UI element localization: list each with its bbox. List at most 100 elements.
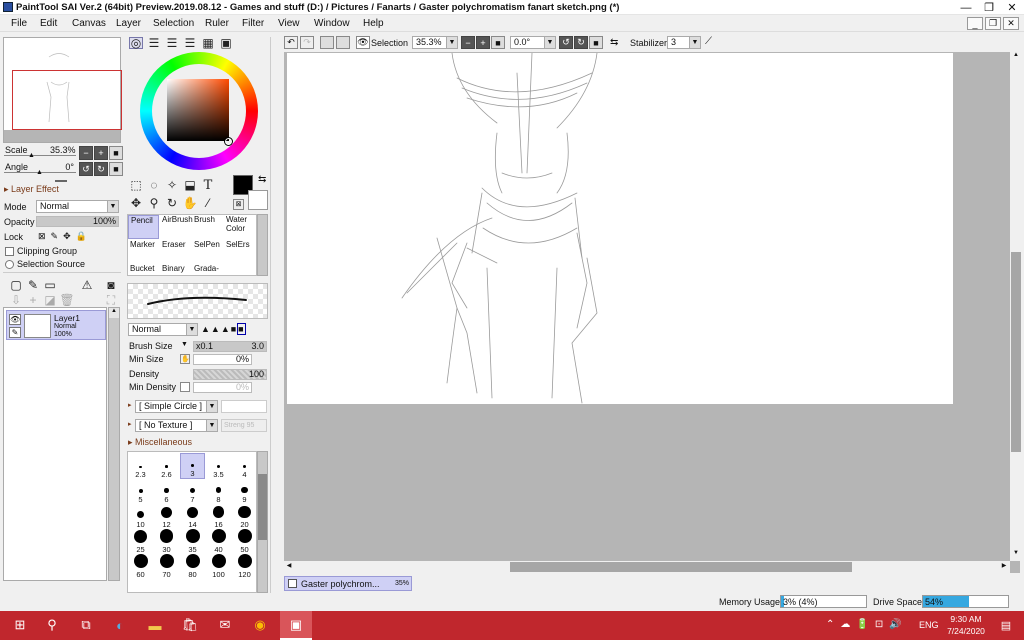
zoom-reset-button[interactable]: ■ [109,146,123,160]
size-preset[interactable]: 100 [206,553,231,579]
size-preset[interactable]: 70 [154,553,179,579]
copy-layer-icon[interactable]: + [25,292,41,308]
layer-opacity-slider[interactable]: 100% [36,216,119,227]
menu-window[interactable]: Window [314,18,350,29]
size-preset[interactable]: 7 [180,478,205,504]
brush-size-slider[interactable]: x0.1 3.0 [193,341,267,352]
menu-help[interactable]: Help [363,18,384,29]
brush-grid-scrollbar[interactable] [257,214,268,276]
lock-icons[interactable]: ⊠✎✥🔒 [38,231,92,242]
size-preset[interactable]: 2.3 [128,453,153,479]
size-preset[interactable]: 14 [180,503,205,529]
size-preset[interactable]: 2.6 [154,453,179,479]
layer-effect-header[interactable]: ▸ Layer Effect [4,184,59,195]
background-color-swatch[interactable] [248,190,268,210]
close-button[interactable]: ✕ [1001,0,1023,15]
new-folder-icon[interactable]: ▭ [42,277,58,293]
angle-slider-handle[interactable]: ▲ [36,169,43,176]
size-preset[interactable]: 3 [180,453,205,479]
size-preset[interactable]: 25 [128,528,153,554]
size-preset[interactable]: 35 [180,528,205,554]
invert-selection-icon[interactable] [336,36,350,49]
size-presets-scroll-thumb[interactable] [258,474,267,540]
menu-view[interactable]: View [278,18,300,29]
rect-select-icon[interactable]: ⬚ [128,177,144,193]
shape-icon[interactable]: ⬓ [182,177,198,193]
shape-expand-icon[interactable]: ▸ [128,401,132,409]
size-preset[interactable]: 9 [232,478,257,504]
size-preset[interactable]: 8 [206,478,231,504]
hsv-slider-tab-icon[interactable]: ☰ [165,36,179,50]
panel-splitter[interactable] [55,180,67,182]
size-preset[interactable]: 40 [206,528,231,554]
zoom-in-button[interactable]: + [94,146,108,160]
redo-icon[interactable]: ↷ [300,36,314,49]
brush-marker[interactable]: Marker [128,240,159,264]
minimize-button[interactable]: — [955,0,977,15]
deselect-icon[interactable] [320,36,334,49]
chrome-icon[interactable]: ◉ [250,615,270,635]
flip-horizontal-icon[interactable]: ⇆ [610,37,618,48]
clipping-group-checkbox[interactable] [5,247,14,256]
selection-source-checkbox[interactable] [5,260,14,269]
brush-pencil[interactable]: Pencil [128,215,159,239]
maximize-button[interactable]: ❐ [978,0,1000,15]
canvas-document[interactable] [287,53,953,404]
size-preset[interactable]: 10 [128,503,153,529]
menu-layer[interactable]: Layer [116,18,141,29]
eye-icon[interactable]: 👁 [9,314,21,325]
brush-shape-strength[interactable] [221,400,267,413]
rotate-reset-button[interactable]: ■ [109,162,123,176]
scroll-down-icon[interactable]: ▼ [1011,550,1021,560]
saturation-value-square[interactable] [167,79,229,141]
scroll-up-icon[interactable]: ▲ [1011,52,1021,62]
size-preset[interactable]: 3.5 [206,453,231,479]
menu-ruler[interactable]: Ruler [205,18,229,29]
size-preset[interactable]: 6 [154,478,179,504]
min-size-slider[interactable]: 0% [193,354,252,365]
brush-blend-select[interactable]: Normal ▼ [128,323,198,336]
doc-restore-button[interactable]: ❐ [985,17,1001,30]
doc-minimize-button[interactable]: _ [967,17,983,30]
size-preset[interactable]: 80 [180,553,205,579]
size-preset[interactable]: 120 [232,553,257,579]
misc-header[interactable]: ▸ Miscellaneous [128,437,192,448]
layer-row[interactable]: 👁 ✎ Layer1 Normal 100% [6,310,106,340]
layer-extra-icon[interactable]: ⛶ [103,292,119,308]
brush-gradation[interactable]: Grada- [192,264,223,276]
new-linework-layer-icon[interactable]: ✎ [25,277,41,293]
brush-airbrush[interactable]: AirBrush [160,215,193,239]
size-preset[interactable]: 16 [206,503,231,529]
layer-properties-icon[interactable]: ⚠ [79,277,95,293]
zoom-select[interactable]: 35.3% ▼ [412,36,458,49]
undo-icon[interactable]: ↶ [284,36,298,49]
canvas-horizontal-scrollbar[interactable]: ◀ ▶ [284,561,1010,573]
intermediate-color-tab-icon[interactable]: ☰ [183,36,197,50]
brush-watercolor[interactable]: Water Color [224,215,255,239]
brush-brush[interactable]: Brush [192,215,223,239]
rotate-left-button[interactable]: ↺ [79,162,93,176]
brush-size-dropdown[interactable]: ▼ [181,341,188,348]
scroll-up-icon[interactable]: ▲ [109,308,119,318]
magic-wand-icon[interactable]: ✧ [164,177,180,193]
file-explorer-icon[interactable]: ▬ [145,615,165,635]
menu-file[interactable]: File [11,18,27,29]
texture-expand-icon[interactable]: ▸ [128,420,132,428]
size-preset[interactable]: 50 [232,528,257,554]
delete-layer-icon[interactable]: 🗑 [59,292,75,308]
menu-filter[interactable]: Filter [242,18,264,29]
navigator-preview[interactable] [3,37,122,143]
min-size-pressure-icon[interactable]: ✋ [180,354,190,364]
toolbar-zoom-reset-button[interactable]: ■ [491,36,505,49]
start-icon[interactable]: ⊞ [10,615,30,635]
edge-icon[interactable]: ◐ [110,615,130,635]
brush-selpen[interactable]: SelPen [192,240,223,264]
doc-close-button[interactable]: ✕ [1003,17,1019,30]
store-icon[interactable]: 🛍 [180,615,200,635]
scroll-right-icon[interactable]: ▶ [999,562,1009,572]
stabilizer-select[interactable]: 3 ▼ [667,36,701,49]
scale-slider[interactable] [4,155,76,156]
menu-canvas[interactable]: Canvas [72,18,106,29]
color-wheel-tab-icon[interactable]: ◎ [129,36,143,50]
toolbar-zoom-out-button[interactable]: − [461,36,475,49]
